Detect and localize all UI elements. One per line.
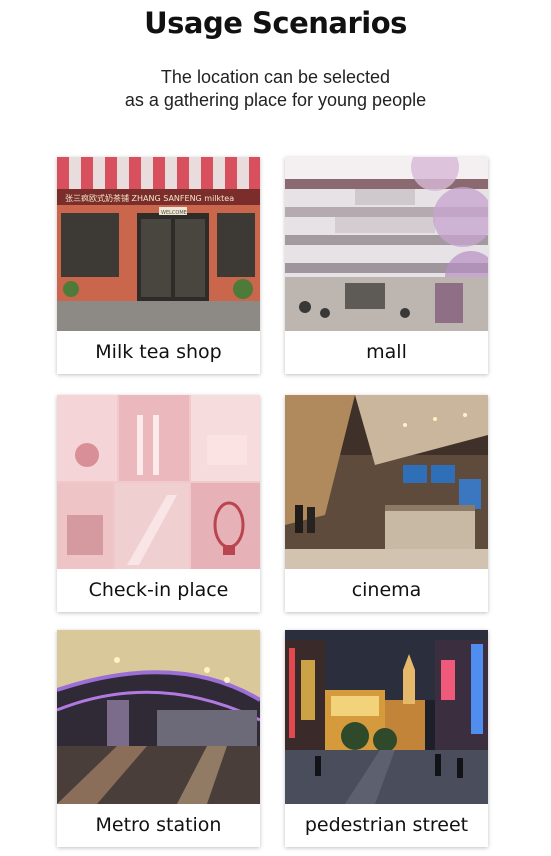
scenario-card-milk-tea-shop: 张三疯欧式奶茶铺 ZHANG SANFENG milktea WELCOME M…: [57, 157, 260, 374]
cinema-photo: [285, 395, 488, 569]
scenario-card-pedestrian-street: pedestrian street: [285, 630, 488, 847]
scenario-card-mall: mall: [285, 157, 488, 374]
scenario-card-metro-station: Metro station: [57, 630, 260, 847]
scenario-label: cinema: [351, 579, 422, 601]
subtitle-line-1: The location can be selected: [160, 67, 391, 87]
page-subtitle: The location can be selected as a gather…: [0, 66, 551, 112]
pedestrian-street-photo: [285, 630, 488, 804]
milk-tea-sign-text: 张三疯欧式奶茶铺 ZHANG SANFENG milktea: [65, 193, 234, 203]
scenario-label: Metro station: [95, 814, 222, 836]
scenario-label: Check-in place: [88, 579, 229, 601]
scenario-card-check-in-place: Check-in place: [57, 395, 260, 612]
milk-tea-door-sign: WELCOME: [161, 210, 187, 216]
metro-station-photo: [57, 630, 260, 804]
mall-photo: [285, 157, 488, 331]
scenario-label: mall: [366, 341, 407, 363]
scenario-label: pedestrian street: [304, 814, 469, 836]
scenario-label: Milk tea shop: [95, 341, 222, 363]
check-in-place-photo: [57, 395, 260, 569]
milk-tea-shop-photo: 张三疯欧式奶茶铺 ZHANG SANFENG milktea WELCOME: [57, 157, 260, 331]
scenario-card-cinema: cinema: [285, 395, 488, 612]
subtitle-line-2: as a gathering place for young people: [124, 90, 427, 110]
page-title: Usage Scenarios: [144, 6, 407, 40]
